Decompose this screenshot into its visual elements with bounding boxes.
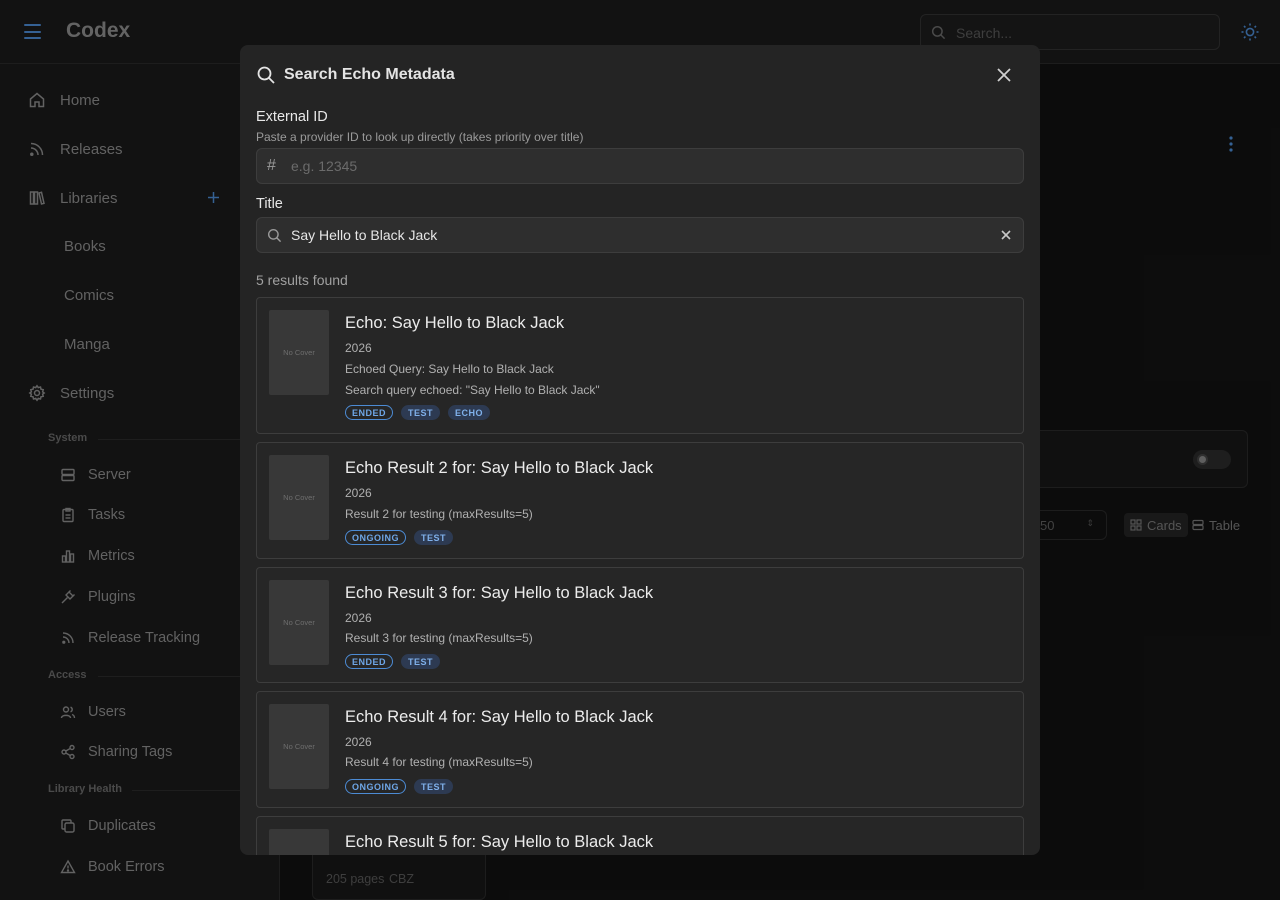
result-tags: ONGOING TEST (345, 530, 454, 545)
cover-placeholder: No Cover (269, 455, 329, 540)
result-detail: Result 4 for testing (maxResults=5) (345, 755, 533, 769)
external-id-description: Paste a provider ID to look up directly … (256, 130, 584, 144)
result-tags: ENDED TEST ECHO (345, 405, 491, 420)
result-title: Echo: Say Hello to Black Jack (345, 314, 565, 332)
tag-badge: TEST (401, 654, 441, 669)
result-title: Echo Result 2 for: Say Hello to Black Ja… (345, 459, 654, 477)
title-label: Title (256, 196, 283, 212)
tag-badge: ECHO (448, 405, 491, 420)
result-tags: ENDED TEST (345, 654, 441, 669)
search-result-card[interactable]: No Cover Echo Result 4 for: Say Hello to… (256, 691, 1024, 808)
result-detail: Echoed Query: Say Hello to Black Jack (345, 362, 554, 376)
result-detail: Result 2 for testing (maxResults=5) (345, 507, 533, 521)
result-title: Echo Result 3 for: Say Hello to Black Ja… (345, 584, 654, 602)
tag-badge: TEST (414, 779, 454, 794)
result-tags: ONGOING TEST (345, 779, 454, 794)
modal-title: Search Echo Metadata (284, 66, 455, 83)
result-title: Echo Result 5 for: Say Hello to Black Ja… (345, 833, 654, 851)
result-year: 2026 (345, 735, 372, 749)
external-id-input[interactable]: # e.g. 12345 (256, 148, 1024, 184)
status-badge: ENDED (345, 405, 394, 420)
search-result-card[interactable]: Echo Result 5 for: Say Hello to Black Ja… (256, 816, 1024, 855)
title-input[interactable]: Say Hello to Black Jack (256, 217, 1024, 253)
result-detail: Result 3 for testing (maxResults=5) (345, 631, 533, 645)
tag-badge: TEST (401, 405, 441, 420)
external-id-placeholder: e.g. 12345 (291, 158, 358, 174)
external-id-label: External ID (256, 109, 328, 125)
result-year: 2026 (345, 341, 372, 355)
cover-placeholder: No Cover (269, 310, 329, 395)
status-badge: ONGOING (345, 779, 407, 794)
search-result-card[interactable]: No Cover Echo Result 3 for: Say Hello to… (256, 567, 1024, 683)
title-input-value: Say Hello to Black Jack (291, 227, 438, 243)
tag-badge: TEST (414, 530, 454, 545)
result-year: 2026 (345, 486, 372, 500)
clear-icon[interactable] (1000, 229, 1012, 241)
status-badge: ONGOING (345, 530, 407, 545)
result-count: 5 results found (256, 272, 348, 288)
search-metadata-modal: Search Echo Metadata External ID Paste a… (240, 45, 1040, 855)
search-result-card[interactable]: No Cover Echo Result 2 for: Say Hello to… (256, 442, 1024, 559)
result-title: Echo Result 4 for: Say Hello to Black Ja… (345, 708, 654, 726)
result-year: 2026 (345, 611, 372, 625)
cover-placeholder (269, 829, 329, 855)
search-result-card[interactable]: No Cover Echo: Say Hello to Black Jack 2… (256, 297, 1024, 434)
result-detail: Search query echoed: "Say Hello to Black… (345, 383, 600, 397)
hash-icon: # (267, 157, 276, 174)
search-icon (257, 66, 275, 84)
search-icon (267, 228, 282, 243)
cover-placeholder: No Cover (269, 580, 329, 665)
cover-placeholder: No Cover (269, 704, 329, 789)
status-badge: ENDED (345, 654, 394, 669)
close-icon[interactable] (994, 65, 1014, 85)
